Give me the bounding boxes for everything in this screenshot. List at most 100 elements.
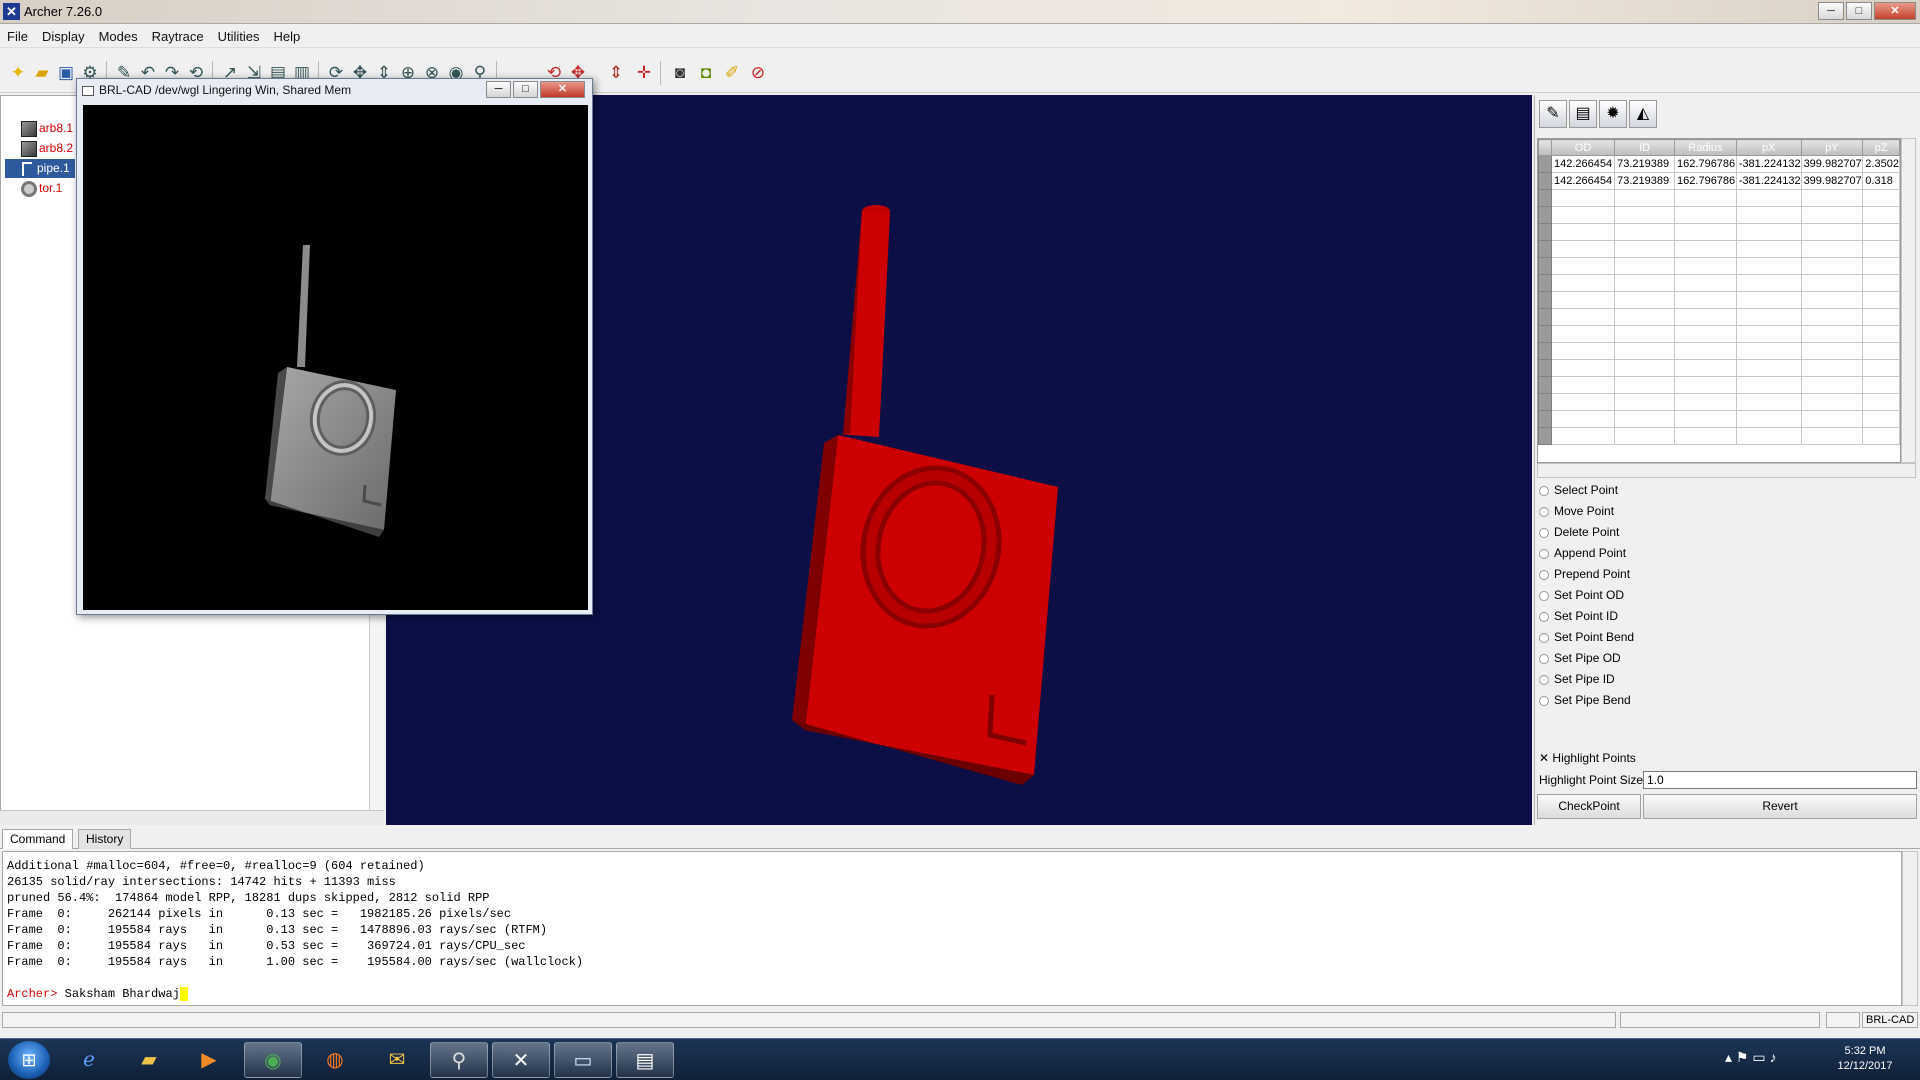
clock-date: 12/12/2017: [1837, 1060, 1893, 1072]
open-folder-icon[interactable]: ▰: [30, 61, 54, 85]
tab-command[interactable]: Command: [2, 829, 74, 849]
cell-id[interactable]: 73.219389: [1614, 172, 1676, 190]
close-button[interactable]: ✕: [1874, 2, 1916, 20]
table-vertical-scrollbar[interactable]: [1901, 138, 1916, 463]
table-view-icon[interactable]: ▤: [1569, 100, 1597, 128]
table-row[interactable]: 142.266454 73.219389 162.796786 -381.224…: [1538, 155, 1900, 173]
tree-horizontal-scrollbar[interactable]: [0, 810, 384, 825]
chrome-icon[interactable]: ◉: [244, 1042, 302, 1078]
menu-utilities[interactable]: Utilities: [211, 25, 267, 44]
radio-button[interactable]: [1539, 569, 1549, 580]
highlight-points-checkbox[interactable]: ✕ Highlight Points: [1539, 751, 1636, 765]
search-magnifier-icon[interactable]: ⚲: [430, 1042, 488, 1078]
command-input[interactable]: Saksham Bhardwaj: [57, 987, 180, 1001]
radio-button[interactable]: [1539, 506, 1549, 517]
file-explorer-icon[interactable]: ▰: [120, 1042, 178, 1078]
camera-icon[interactable]: ◙: [668, 61, 692, 85]
table-horizontal-scrollbar[interactable]: [1537, 463, 1916, 478]
lingering-window-taskbar-icon[interactable]: ▭: [554, 1042, 612, 1078]
taskbar-clock[interactable]: 5:32 PM 12/12/2017: [1825, 1044, 1905, 1074]
archer-taskbar-icon[interactable]: ✕: [492, 1042, 550, 1078]
point-table[interactable]: OD ID Radius pX pY pZ 142.266454 73.2193…: [1537, 138, 1901, 463]
menu-modes[interactable]: Modes: [92, 25, 145, 44]
column-od[interactable]: OD: [1550, 139, 1616, 156]
lingering-window[interactable]: BRL-CAD /dev/wgl Lingering Win, Shared M…: [76, 78, 593, 615]
checkpoint-button[interactable]: CheckPoint: [1537, 794, 1641, 819]
radio-button[interactable]: [1539, 674, 1549, 685]
lingering-maximize-button[interactable]: □: [513, 81, 538, 98]
highlight-size-input[interactable]: 1.0: [1643, 771, 1917, 789]
mode-set-pipe-bend[interactable]: Set Pipe Bend: [1539, 690, 1631, 711]
save-icon[interactable]: ▣: [54, 61, 78, 85]
mode-set-point-od[interactable]: Set Point OD: [1539, 585, 1624, 606]
mode-select-point[interactable]: Select Point: [1539, 480, 1618, 501]
radio-button[interactable]: [1539, 695, 1549, 706]
system-tray[interactable]: ▴ ⚑ ▭ ♪: [1725, 1049, 1776, 1066]
tree-item-tor-1[interactable]: tor.1: [21, 179, 62, 198]
menu-display[interactable]: Display: [35, 25, 92, 44]
radio-button[interactable]: [1539, 485, 1549, 496]
lingering-minimize-button[interactable]: ─: [486, 81, 511, 98]
menu-help[interactable]: Help: [267, 25, 308, 44]
cell-radius[interactable]: 162.796786: [1674, 172, 1737, 190]
raytrace-icon[interactable]: ◘: [694, 61, 718, 85]
center-red-icon[interactable]: ✛: [632, 61, 656, 85]
folder-app-icon[interactable]: ✉: [368, 1042, 426, 1078]
column-py[interactable]: pY: [1800, 139, 1864, 156]
cell-px[interactable]: -381.224132: [1735, 172, 1802, 190]
cell-id[interactable]: 73.219389: [1614, 155, 1676, 173]
revert-button[interactable]: Revert: [1643, 794, 1917, 819]
column-px[interactable]: pX: [1735, 139, 1802, 156]
command-prompt-line[interactable]: Archer> Saksham Bhardwaj: [7, 986, 188, 1002]
cell-pz[interactable]: 0.318: [1862, 172, 1900, 190]
cell-od[interactable]: 142.266454: [1550, 155, 1616, 173]
cell-px[interactable]: -381.224132: [1735, 155, 1802, 173]
radio-button[interactable]: [1539, 632, 1549, 643]
lingering-close-button[interactable]: ✕: [540, 81, 585, 98]
column-id[interactable]: ID: [1614, 139, 1676, 156]
table-row[interactable]: 142.266454 73.219389 162.796786 -381.224…: [1538, 172, 1900, 190]
tab-history[interactable]: History: [78, 829, 132, 849]
cell-py[interactable]: 399.982707: [1800, 172, 1864, 190]
column-pz[interactable]: pZ: [1862, 139, 1900, 156]
radio-button[interactable]: [1539, 527, 1549, 538]
menu-raytrace[interactable]: Raytrace: [145, 25, 211, 44]
tree-item-pipe-1[interactable]: pipe.1: [5, 159, 75, 178]
tree-item-arb8-2[interactable]: arb8.2: [21, 139, 73, 158]
tree-item-arb8-1[interactable]: arb8.1: [21, 119, 73, 138]
cell-py[interactable]: 399.982707: [1800, 155, 1864, 173]
start-button[interactable]: ⊞: [8, 1041, 50, 1079]
radio-button[interactable]: [1539, 653, 1549, 664]
internet-explorer-icon[interactable]: ℯ: [60, 1042, 118, 1078]
render-view-icon[interactable]: ◭: [1629, 100, 1657, 128]
firefox-icon[interactable]: ◍: [306, 1042, 364, 1078]
mode-set-point-bend[interactable]: Set Point Bend: [1539, 627, 1634, 648]
mode-move-point[interactable]: Move Point: [1539, 501, 1614, 522]
column-radius[interactable]: Radius: [1674, 139, 1737, 156]
mode-delete-point[interactable]: Delete Point: [1539, 522, 1619, 543]
mode-append-point[interactable]: Append Point: [1539, 543, 1626, 564]
radio-button[interactable]: [1539, 611, 1549, 622]
mode-set-pipe-od[interactable]: Set Pipe OD: [1539, 648, 1621, 669]
command-console[interactable]: Additional #malloc=604, #free=0, #reallo…: [2, 851, 1902, 1006]
cell-od[interactable]: 142.266454: [1550, 172, 1616, 190]
cell-radius[interactable]: 162.796786: [1674, 155, 1737, 173]
radio-button[interactable]: [1539, 590, 1549, 601]
scale-red-icon[interactable]: ⇕: [604, 61, 628, 85]
maximize-button[interactable]: □: [1846, 2, 1872, 20]
stop-icon[interactable]: ⊘: [746, 61, 770, 85]
radio-button[interactable]: [1539, 548, 1549, 559]
media-player-icon[interactable]: ▶: [180, 1042, 238, 1078]
tools-icon[interactable]: ✹: [1599, 100, 1627, 128]
mode-set-point-id[interactable]: Set Point ID: [1539, 606, 1618, 627]
document-taskbar-icon[interactable]: ▤: [616, 1042, 674, 1078]
minimize-button[interactable]: ─: [1818, 2, 1844, 20]
mode-set-pipe-id[interactable]: Set Pipe ID: [1539, 669, 1615, 690]
mode-prepend-point[interactable]: Prepend Point: [1539, 564, 1630, 585]
console-scrollbar[interactable]: [1902, 851, 1918, 1006]
new-file-icon[interactable]: ✦: [6, 61, 30, 85]
pipe-edit-icon[interactable]: ✎: [1539, 100, 1567, 128]
menu-file[interactable]: File: [0, 25, 35, 44]
brush-icon[interactable]: ✐: [720, 61, 744, 85]
cell-pz[interactable]: 2.3502: [1862, 155, 1900, 173]
